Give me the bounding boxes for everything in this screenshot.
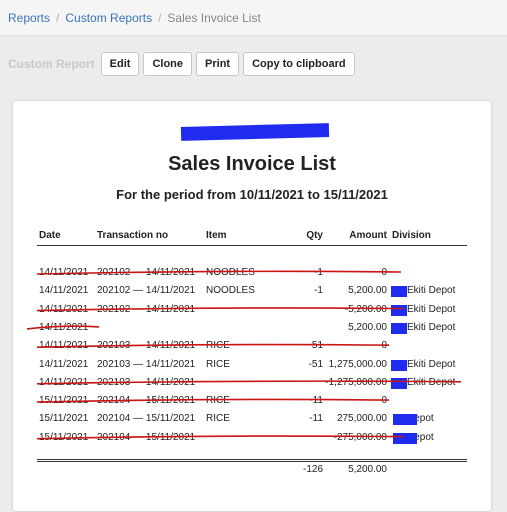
- row-amount: 0: [381, 395, 387, 407]
- total-amount: 5,200.00: [348, 464, 387, 475]
- column-header-transaction: Transaction no: [97, 230, 169, 241]
- row-item: RICE: [206, 358, 230, 370]
- breadcrumb-reports-link[interactable]: Reports: [8, 11, 50, 25]
- column-header-date: Date: [39, 230, 61, 241]
- row-division: Ekiti Depot: [407, 376, 456, 388]
- row-transaction: 202103 — 14/11/2021: [97, 376, 196, 388]
- division-redaction: [391, 322, 407, 334]
- row-division: Ekiti Depot: [407, 285, 456, 297]
- report-toolbar: Custom Report Edit Clone Print Copy to c…: [0, 46, 507, 82]
- clone-button[interactable]: Clone: [143, 52, 193, 76]
- row-amount: -1,275,000.00: [325, 376, 387, 388]
- row-date: 15/11/2021: [39, 395, 89, 407]
- totals-rule-top: [37, 459, 467, 460]
- row-transaction: 202103 — 14/11/2021: [97, 358, 196, 370]
- breadcrumb: Reports / Custom Reports / Sales Invoice…: [0, 0, 507, 36]
- row-division: Ekiti Depot: [407, 358, 456, 370]
- row-amount: 0: [381, 267, 387, 278]
- column-header-qty: Qty: [306, 230, 323, 241]
- row-amount: 5,200.00: [348, 321, 387, 333]
- row-division: Ekiti Depot: [407, 321, 456, 333]
- row-date: 14/11/2021: [39, 321, 89, 333]
- breadcrumb-custom-reports-link[interactable]: Custom Reports: [65, 11, 152, 25]
- row-item: NOODLES: [206, 285, 255, 297]
- row-date: 14/11/2021: [39, 267, 89, 278]
- row-transaction: 202104 — 15/11/2021: [97, 413, 196, 425]
- report-title: Sales Invoice List: [168, 153, 336, 175]
- totals-rule-bottom: [37, 461, 467, 462]
- row-item: RICE: [206, 413, 230, 425]
- row-date: 15/11/2021: [39, 413, 89, 425]
- division-redaction: [391, 377, 407, 389]
- breadcrumb-separator: /: [158, 10, 162, 25]
- column-header-division: Division: [392, 230, 431, 241]
- edit-button[interactable]: Edit: [100, 52, 140, 76]
- division-redaction: [393, 414, 417, 426]
- row-item: RICE: [206, 340, 230, 352]
- copy-to-clipboard-button[interactable]: Copy to clipboard: [243, 52, 355, 76]
- row-amount: 275,000.00: [336, 413, 387, 425]
- report-panel: M. OL Sales Invoice List For the period …: [12, 100, 492, 512]
- row-date: 14/11/2021: [39, 376, 89, 388]
- row-division: Ekiti Depot: [407, 303, 456, 315]
- row-amount: -5,200.00: [344, 303, 387, 315]
- row-transaction: 202104 — 15/11/2021: [97, 395, 196, 407]
- breadcrumb-current: Sales Invoice List: [167, 10, 261, 25]
- row-date: 14/11/2021: [39, 303, 89, 315]
- report-period: For the period from 10/11/2021 to 15/11/…: [116, 187, 388, 202]
- row-amount: 5,200.00: [348, 285, 387, 297]
- division-redaction: [391, 359, 407, 371]
- row-transaction: 202103 — 14/11/2021: [97, 340, 196, 352]
- division-redaction: [391, 286, 407, 298]
- row-transaction: 202104 — 15/11/2021: [97, 431, 196, 443]
- row-transaction: 202102 — 14/11/2021: [97, 285, 196, 297]
- row-amount: 1,275,000.00: [328, 358, 387, 370]
- row-transaction: 202102 — 14/11/2021: [97, 303, 196, 315]
- row-item: NOODLES: [206, 267, 255, 278]
- header-rule: [37, 245, 467, 246]
- column-header-amount: Amount: [349, 230, 387, 241]
- row-date: 14/11/2021: [39, 340, 89, 352]
- column-header-item: Item: [206, 230, 227, 241]
- row-item: RICE: [206, 395, 230, 407]
- division-redaction: [391, 304, 407, 316]
- row-amount: 0: [381, 340, 387, 352]
- print-button[interactable]: Print: [196, 52, 240, 76]
- toolbar-title: Custom Report: [8, 57, 95, 71]
- row-amount: -275,000.00: [333, 431, 387, 443]
- row-date: 14/11/2021: [39, 358, 89, 370]
- row-date: 14/11/2021: [39, 285, 89, 297]
- row-date: 15/11/2021: [39, 431, 89, 443]
- division-redaction: [393, 432, 417, 444]
- row-transaction: 202102 — 14/11/2021: [97, 267, 196, 278]
- breadcrumb-separator: /: [56, 10, 60, 25]
